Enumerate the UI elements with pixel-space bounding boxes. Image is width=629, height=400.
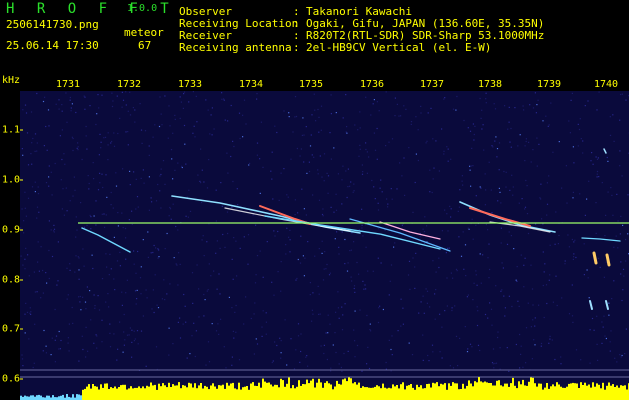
x-tick-label: 1739: [536, 79, 562, 90]
x-tick-label: 1733: [177, 79, 203, 90]
spectrogram-background: [20, 91, 629, 400]
x-tick-label: 1740: [593, 79, 619, 90]
y-unit-label: kHz: [2, 75, 21, 86]
file-name: 2506141730.png: [6, 18, 99, 31]
spectrogram-plot: [20, 91, 629, 400]
y-tick-label: 0.7: [2, 323, 21, 335]
x-tick-label: 1736: [359, 79, 385, 90]
meteor-trace: [605, 253, 611, 267]
date-time: 25.06.14 17:30: [6, 39, 99, 52]
antenna-label: Receiving antenna: [179, 41, 292, 54]
meteor-trace: [592, 251, 598, 265]
y-tick-label: 0.9: [2, 224, 21, 236]
antenna-value: 2el-HB9CV Vertical (el. E-W): [306, 41, 492, 54]
app-version: 1.0.0: [127, 3, 158, 14]
colon-4: :: [293, 41, 300, 54]
hrofft-screen: H R O F F T 1.0.0 2506141730.png 25.06.1…: [0, 0, 629, 400]
y-tick-label: 0.8: [2, 274, 21, 286]
meteor-count: 67: [138, 39, 152, 52]
x-tick-label: 1731: [55, 79, 81, 90]
meteor-label: meteor: [124, 26, 164, 39]
y-tick-label: 1.1: [2, 124, 21, 136]
y-tick-label: 1.0: [2, 174, 21, 186]
x-tick-label: 1732: [116, 79, 142, 90]
x-tick-label: 1738: [477, 79, 503, 90]
y-tick-label: 0.6: [2, 373, 21, 385]
x-tick-label: 1735: [298, 79, 324, 90]
x-tick-label: 1734: [238, 79, 264, 90]
x-tick-label: 1737: [419, 79, 445, 90]
